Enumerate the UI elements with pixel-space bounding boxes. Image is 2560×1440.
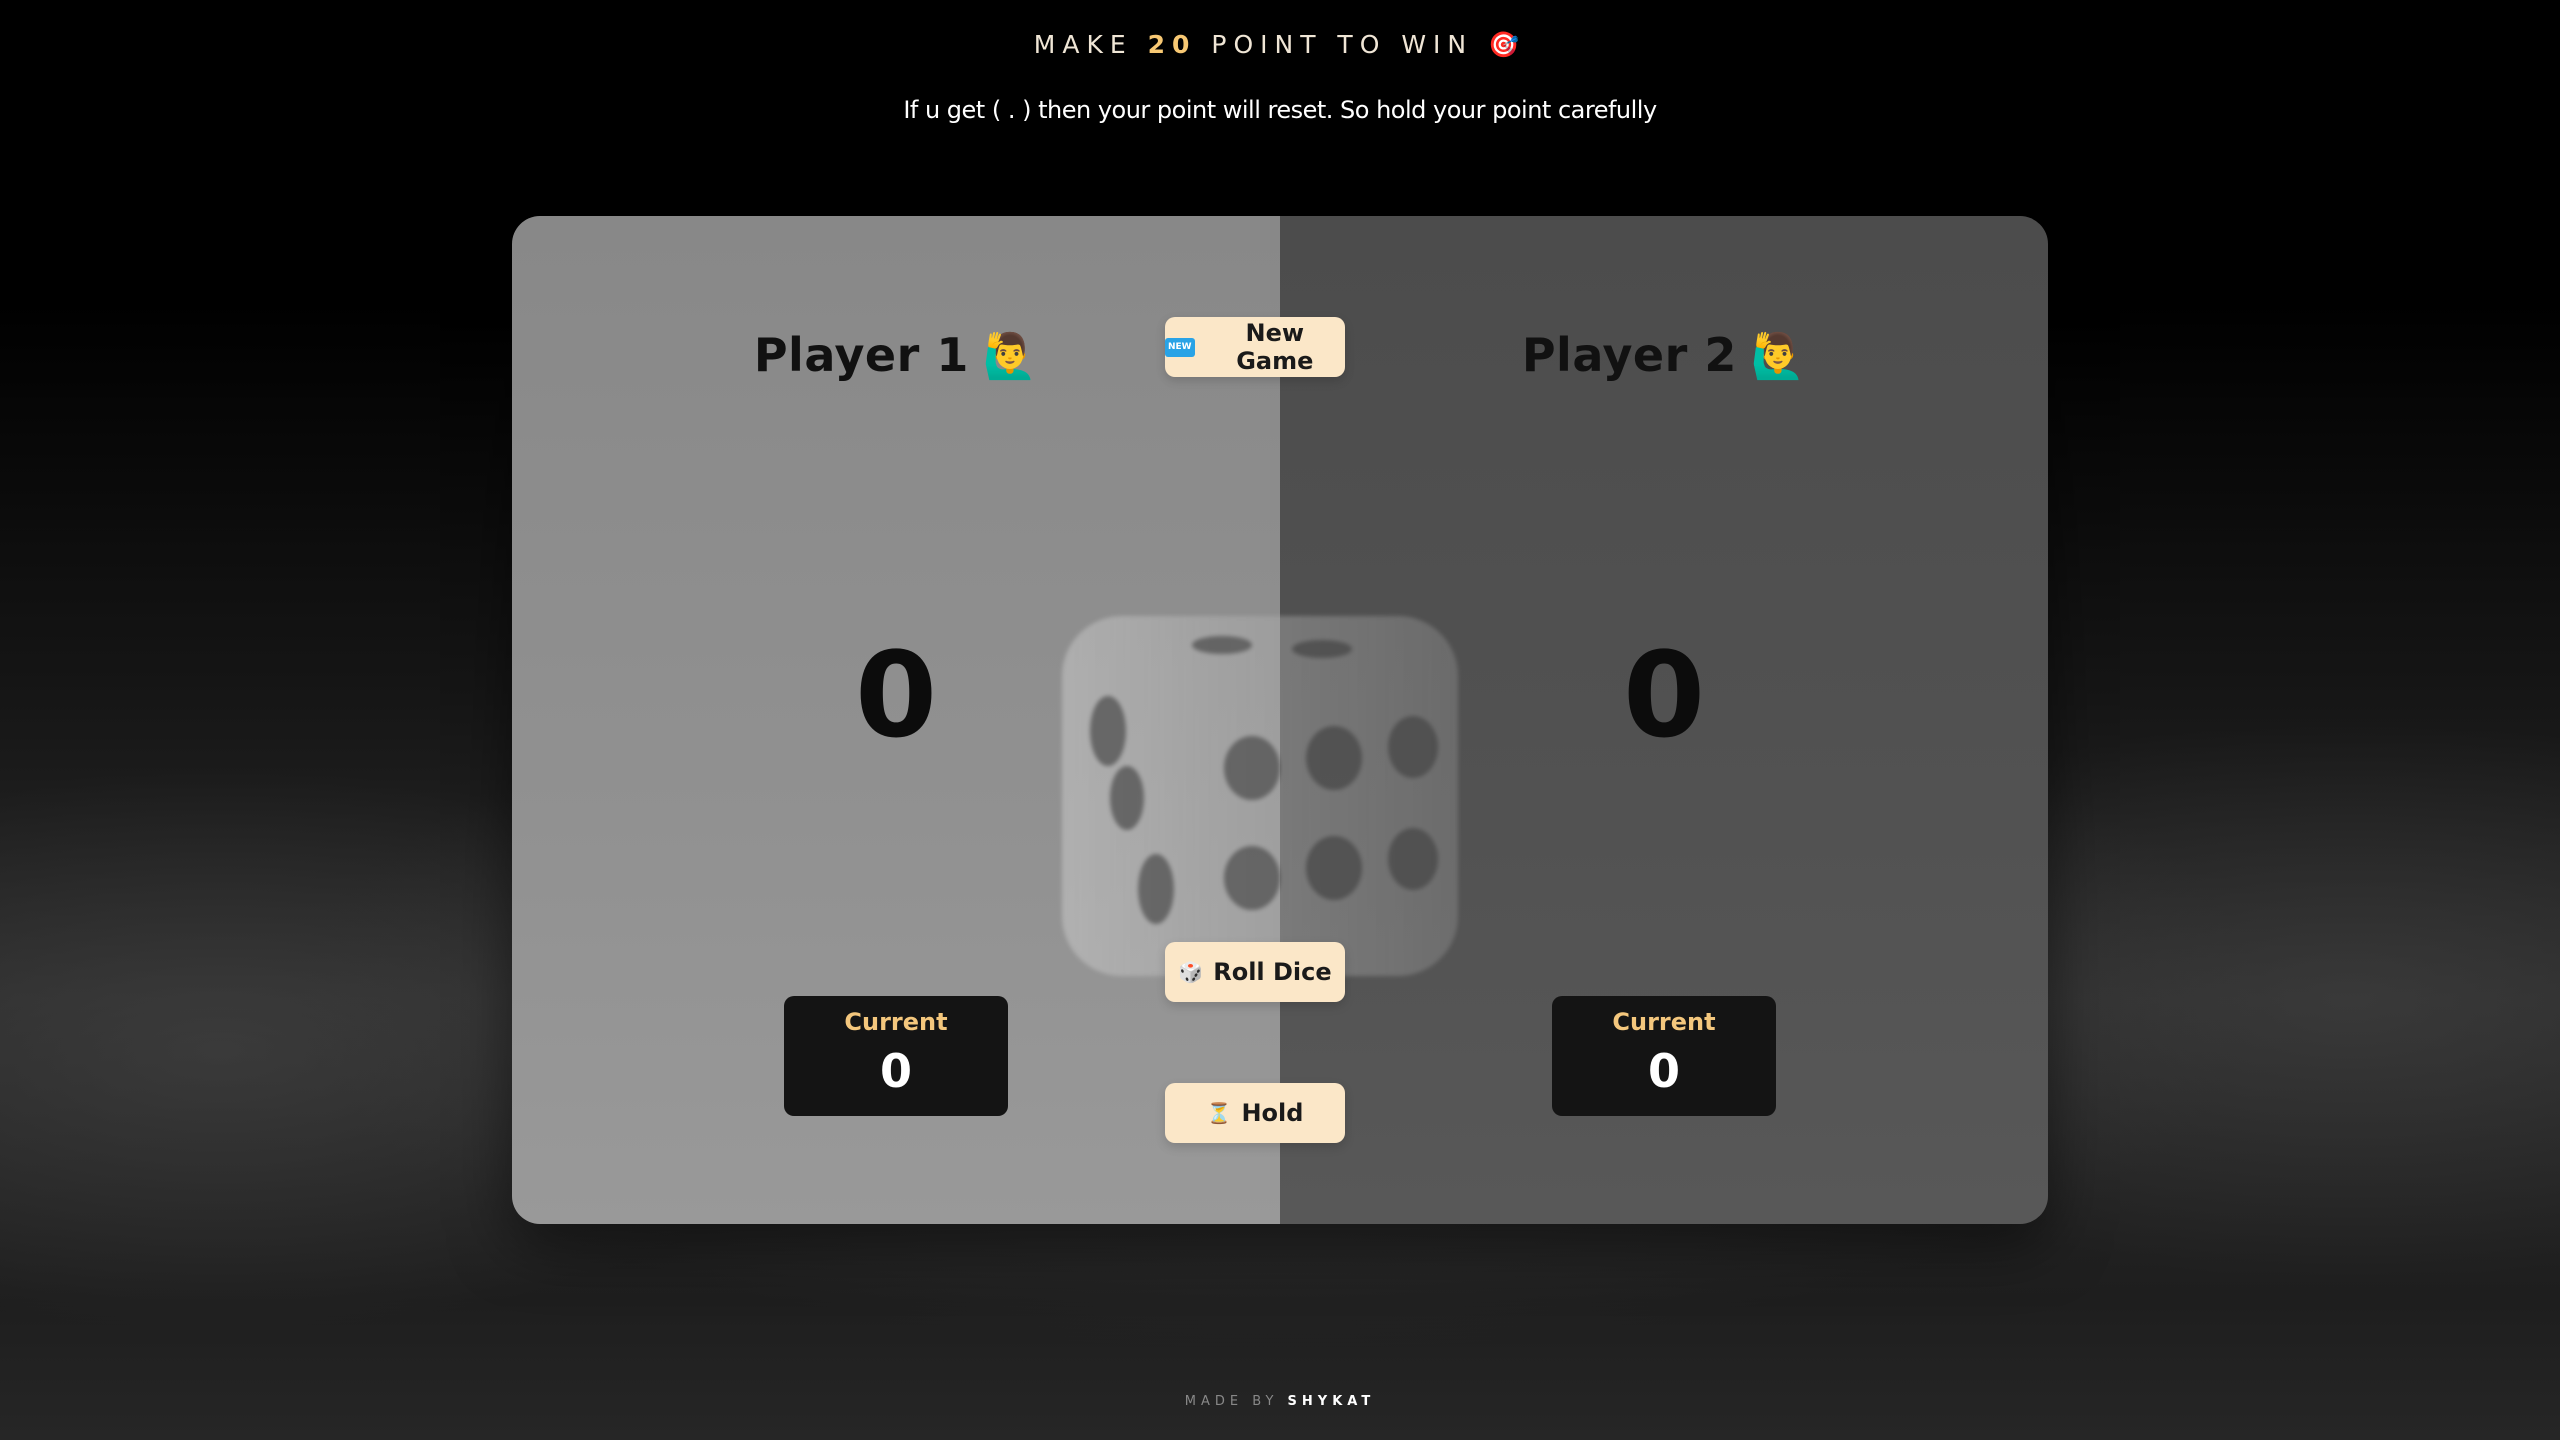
player-1-name: Player 1 [753, 328, 969, 382]
dice-pip [1292, 640, 1352, 658]
dice-pip [1110, 766, 1144, 830]
new-game-button[interactable]: NEW New Game [1165, 317, 1345, 377]
player-2-current-label: Current [1612, 1008, 1716, 1036]
player-1-current-label: Current [844, 1008, 948, 1036]
title-prefix: MAKE [1033, 30, 1133, 59]
dice-icon: 🎲 [1178, 960, 1204, 984]
dice-pip [1224, 736, 1280, 800]
player-1-current-value: 0 [879, 1044, 912, 1098]
player-1-current-box: Current 0 [784, 996, 1008, 1116]
new-game-label: New Game [1236, 319, 1314, 375]
dice-pip [1090, 696, 1126, 766]
raising-hand-icon: 🙋‍♂️ [1750, 331, 1807, 382]
dice-pip [1138, 854, 1174, 924]
made-by-label: MADE BY [1184, 1394, 1279, 1409]
author-name: SHYKAT [1287, 1394, 1376, 1409]
footer-credit: MADE BY SHYKAT [0, 1394, 2560, 1409]
title-suffix: POINT TO WIN [1211, 30, 1474, 59]
dice-pip [1224, 846, 1280, 910]
dice-image [1062, 616, 1458, 976]
dice-pip [1306, 836, 1362, 900]
hold-button[interactable]: ⏳ Hold [1165, 1083, 1345, 1143]
player-2-current-value: 0 [1647, 1044, 1680, 1098]
player-2-title: Player 2 🙋‍♂️ [1280, 328, 2048, 382]
roll-dice-label: Roll Dice [1213, 958, 1332, 986]
hold-label: Hold [1241, 1099, 1304, 1127]
rules-subtitle: If u get ( . ) then your point will rese… [903, 96, 1657, 124]
dice-pip [1388, 716, 1438, 778]
target-icon: 🎯 [1488, 30, 1527, 59]
new-icon: NEW [1165, 337, 1195, 357]
target-points: 20 [1147, 30, 1197, 59]
dice-pip [1388, 828, 1438, 890]
dice-pip [1306, 726, 1362, 790]
player-2-name: Player 2 [1521, 328, 1737, 382]
raising-hand-icon: 🙋‍♂️ [982, 331, 1039, 382]
dice-pip [1192, 636, 1252, 654]
hourglass-icon: ⏳ [1206, 1101, 1232, 1125]
game-title: MAKE 20 POINT TO WIN 🎯 [0, 30, 2560, 60]
player-2-current-box: Current 0 [1552, 996, 1776, 1116]
roll-dice-button[interactable]: 🎲 Roll Dice [1165, 942, 1345, 1002]
